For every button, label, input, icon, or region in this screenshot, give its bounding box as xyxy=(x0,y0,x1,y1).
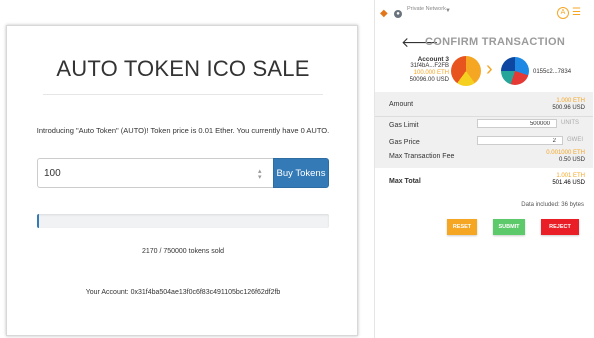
to-account-avatar xyxy=(501,57,529,85)
max-fee-row: Max Transaction Fee 0.001000 ETH 0.50 US… xyxy=(389,150,585,164)
row-divider xyxy=(375,116,593,117)
gas-price-input[interactable] xyxy=(477,136,563,145)
reject-button[interactable]: REJECT xyxy=(541,219,579,235)
gas-limit-row: Gas Limit UNITS xyxy=(389,119,585,133)
data-included-text: Data included: 36 bytes xyxy=(521,202,584,208)
amount-usd: 500.96 USD xyxy=(552,105,585,111)
amount-label: Amount xyxy=(389,101,414,108)
title-divider xyxy=(43,94,323,95)
hamburger-menu-icon[interactable]: ☰ xyxy=(572,7,581,18)
amount-eth: 1.000 ETH xyxy=(556,98,585,104)
from-account-name: Account 3 xyxy=(417,56,449,63)
network-label[interactable]: Private Network xyxy=(407,6,447,12)
chevron-down-icon[interactable]: ▼ xyxy=(445,8,451,14)
metamask-fox-icon: ◆ xyxy=(380,8,388,19)
buy-tokens-button[interactable]: Buy Tokens xyxy=(273,158,329,188)
max-total-eth: 1.001 ETH xyxy=(556,173,585,179)
max-total-row: Max Total 1.001 ETH 501.46 USD xyxy=(375,168,593,194)
amount-value: 1.000 ETH 500.96 USD xyxy=(552,98,585,112)
tokens-sold-text: 2170 / 750000 tokens sold xyxy=(141,248,225,255)
account-badge-icon[interactable]: A xyxy=(557,7,569,19)
sale-progress-bar xyxy=(37,214,329,228)
network-status-icon: ● xyxy=(394,10,402,18)
reset-button[interactable]: RESET xyxy=(447,219,477,235)
from-account-avatar xyxy=(451,56,481,86)
gas-price-unit: GWEI xyxy=(567,137,583,143)
number-spinner-icon[interactable]: ▴ ▾ xyxy=(258,168,262,181)
gas-price-row: Gas Price GWEI xyxy=(389,136,585,150)
from-account-eth: 100.000 ETH xyxy=(413,70,449,76)
max-total-label: Max Total xyxy=(389,178,421,185)
to-account-address: 0155c2...7834 xyxy=(533,69,572,75)
amount-row: Amount 1.000 ETH 500.96 USD xyxy=(389,98,585,112)
from-account-usd: 50096.00 USD xyxy=(409,77,449,83)
dapp-panel: AUTO TOKEN ICO SALE Introducing "Auto To… xyxy=(6,25,358,336)
from-account-address: 31f4bA...F2FB xyxy=(410,63,449,69)
screenshot-root: AUTO TOKEN ICO SALE Introducing "Auto To… xyxy=(0,0,594,338)
confirm-transaction-title: CONFIRM TRANSACTION xyxy=(425,36,566,48)
gas-limit-unit: UNITS xyxy=(561,120,579,126)
metamask-popup: ◆ ● Private Network ▼ A ☰ 🡐 CONFIRM TRAN… xyxy=(374,0,593,338)
max-fee-label: Max Transaction Fee xyxy=(389,153,455,160)
gas-limit-input[interactable] xyxy=(477,119,557,128)
gas-limit-label: Gas Limit xyxy=(389,122,419,129)
confirm-title-row: 🡐 CONFIRM TRANSACTION xyxy=(375,34,593,50)
from-account-info: Account 3 31f4bA...F2FB 100.000 ETH 5009… xyxy=(379,56,449,84)
sale-progress-fill xyxy=(37,214,39,228)
max-fee-value: 0.001000 ETH 0.50 USD xyxy=(546,150,585,164)
your-account-text: Your Account: 0x31f4ba504ae13f0c6f83c491… xyxy=(85,289,281,296)
chevron-right-icon: › xyxy=(486,58,493,80)
max-total-usd: 501.46 USD xyxy=(552,180,585,186)
metamask-header: ◆ ● Private Network ▼ A ☰ xyxy=(375,0,593,28)
submit-button[interactable]: SUBMIT xyxy=(493,219,525,235)
max-fee-eth: 0.001000 ETH xyxy=(546,150,585,156)
max-fee-usd: 0.50 USD xyxy=(558,157,585,163)
gas-price-label: Gas Price xyxy=(389,139,420,146)
intro-text: Introducing "Auto Token" (AUTO)! Token p… xyxy=(36,126,330,135)
max-total-value: 1.001 ETH 501.46 USD xyxy=(552,173,585,187)
page-title: AUTO TOKEN ICO SALE xyxy=(56,56,310,81)
token-amount-input[interactable] xyxy=(37,158,273,188)
